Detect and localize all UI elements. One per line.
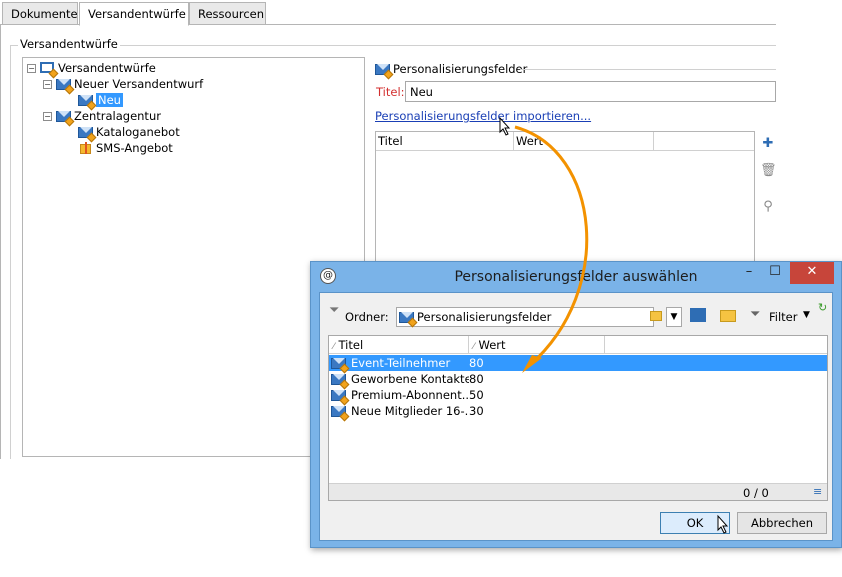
tree-node-kataloganebot[interactable]: Kataloganebot bbox=[78, 124, 180, 142]
tab-ressourcen[interactable]: Ressourcen bbox=[189, 2, 266, 25]
tree-label: Versandentwürfe bbox=[58, 61, 156, 75]
row-title: Neue Mitglieder 16-... bbox=[351, 404, 469, 418]
envelope-edit-icon bbox=[375, 63, 394, 79]
row-value: 80 bbox=[469, 372, 484, 386]
fields-list[interactable]: ⁄ Titel ⁄ Wert Event-Teilnehmer 80 Geworbe… bbox=[328, 335, 828, 501]
group-label: Versandentwürfe bbox=[18, 37, 120, 51]
ordner-field[interactable]: Personalisierungsfelder bbox=[396, 307, 654, 327]
envelope-edit-icon bbox=[331, 389, 350, 406]
ok-button[interactable]: OK bbox=[660, 512, 730, 534]
collapse-icon[interactable]: − bbox=[43, 79, 52, 89]
tree-node-sms-angebot[interactable]: SMS-Angebot bbox=[78, 140, 173, 156]
group-border bbox=[10, 45, 776, 46]
envelope-folder-icon bbox=[56, 110, 75, 126]
tree-label: SMS-Angebot bbox=[96, 141, 173, 155]
section-title: Personalisierungsfelder bbox=[393, 62, 528, 76]
row-title: Premium-Abonnent... bbox=[351, 388, 469, 402]
tree-node-zentralagentur[interactable]: − Zentralagentur bbox=[43, 108, 161, 126]
import-link[interactable]: Personalisierungsfelder importieren... bbox=[375, 109, 591, 123]
trash-icon[interactable]: 🗑 bbox=[760, 163, 777, 179]
row-value: 80 bbox=[469, 356, 484, 370]
cancel-button[interactable]: Abbrechen bbox=[737, 512, 827, 534]
column-header-wert[interactable]: Wert bbox=[514, 132, 654, 151]
row-value: 50 bbox=[469, 388, 484, 402]
add-icon[interactable]: ✚ bbox=[760, 136, 776, 152]
envelope-edit-icon bbox=[78, 94, 97, 110]
envelope-edit-icon bbox=[331, 357, 350, 374]
filter-icon[interactable]: ⏷ bbox=[750, 307, 760, 322]
open-folder-icon[interactable] bbox=[720, 310, 736, 322]
panel-border bbox=[0, 24, 1, 459]
folder-computer-icon bbox=[40, 61, 59, 78]
dialog-body: ⏷ Ordner: Personalisierungsfelder ▼ ⏷ Fi… bbox=[319, 292, 833, 541]
column-header-empty bbox=[654, 132, 754, 151]
tree-node-root[interactable]: − Versandentwürfe bbox=[27, 60, 156, 78]
envelope-edit-icon bbox=[78, 126, 97, 142]
tree-label: Neuer Versandentwurf bbox=[74, 77, 204, 91]
row-value: 30 bbox=[469, 404, 484, 418]
column-header-empty bbox=[605, 336, 827, 354]
select-fields-dialog[interactable]: @ Personalisierungsfelder auswählen – ☐ … bbox=[310, 261, 842, 548]
group-border-left bbox=[10, 45, 11, 459]
tree-label: Kataloganebot bbox=[96, 125, 180, 139]
collapse-icon[interactable]: − bbox=[43, 111, 52, 121]
list-item[interactable]: Premium-Abonnent... 50 bbox=[329, 387, 827, 406]
column-header-titel[interactable]: ⁄ Titel bbox=[329, 336, 469, 354]
maximize-icon[interactable]: ☐ bbox=[762, 262, 788, 284]
envelope-edit-icon bbox=[399, 311, 418, 327]
row-title: Geworbene Kontakte bbox=[351, 372, 469, 386]
column-header-titel[interactable]: Titel bbox=[376, 132, 514, 151]
list-item[interactable]: Geworbene Kontakte 80 bbox=[329, 371, 827, 390]
menu-icon[interactable]: ≡ bbox=[813, 485, 822, 498]
minimize-icon[interactable]: – bbox=[736, 262, 762, 284]
filter-funnel-icon: ⏷ bbox=[329, 303, 340, 318]
column-header-label: Titel bbox=[338, 338, 364, 352]
list-footer: 0 / 0 ≡ bbox=[329, 483, 827, 500]
personalization-fields-grid[interactable]: Titel Wert bbox=[375, 131, 755, 271]
tree-label-selected: Neu bbox=[96, 93, 123, 107]
row-title: Event-Teilnehmer bbox=[351, 356, 451, 370]
section-divider bbox=[520, 69, 776, 70]
tab-dokumente[interactable]: Dokumente bbox=[2, 2, 78, 25]
gift-icon bbox=[78, 141, 93, 155]
titel-label: Titel: bbox=[376, 85, 405, 99]
column-header-wert[interactable]: ⁄ Wert bbox=[469, 336, 605, 354]
close-icon[interactable]: ✕ bbox=[790, 262, 834, 284]
envelope-edit-icon bbox=[331, 405, 350, 422]
list-item[interactable]: Neue Mitglieder 16-... 30 bbox=[329, 403, 827, 422]
refresh-icon[interactable]: ↻ bbox=[818, 301, 827, 314]
titel-field[interactable]: Neu bbox=[405, 81, 776, 102]
personalization-section-title: Personalisierungsfelder bbox=[375, 62, 528, 79]
envelope-edit-icon bbox=[331, 373, 350, 390]
folder-icon[interactable] bbox=[650, 311, 662, 321]
dialog-titlebar[interactable]: @ Personalisierungsfelder auswählen – ☐ … bbox=[311, 262, 841, 292]
chevron-down-icon[interactable]: ▼ bbox=[666, 307, 682, 327]
tree-node-neuer-versandentwurf[interactable]: − Neuer Versandentwurf bbox=[43, 76, 204, 94]
tree-label: Zentralagentur bbox=[74, 109, 161, 123]
tree-node-neu[interactable]: Neu bbox=[78, 92, 123, 110]
column-header-label: Wert bbox=[478, 338, 506, 352]
tab-versandentwuerfe[interactable]: Versandentwürfe bbox=[79, 2, 189, 26]
collapse-icon[interactable]: − bbox=[27, 63, 36, 73]
envelope-folder-icon bbox=[56, 78, 75, 94]
search-icon[interactable]: ⚲ bbox=[760, 199, 776, 215]
ordner-label: Ordner: bbox=[345, 310, 389, 324]
filter-dropdown-icon[interactable]: ▼ bbox=[803, 310, 810, 320]
filter-button[interactable]: Filter bbox=[769, 310, 797, 324]
ordner-value: Personalisierungsfelder bbox=[417, 310, 552, 324]
folder-up-icon[interactable] bbox=[690, 308, 706, 322]
counter: 0 / 0 bbox=[743, 486, 769, 500]
list-item[interactable]: Event-Teilnehmer 80 bbox=[329, 355, 827, 374]
